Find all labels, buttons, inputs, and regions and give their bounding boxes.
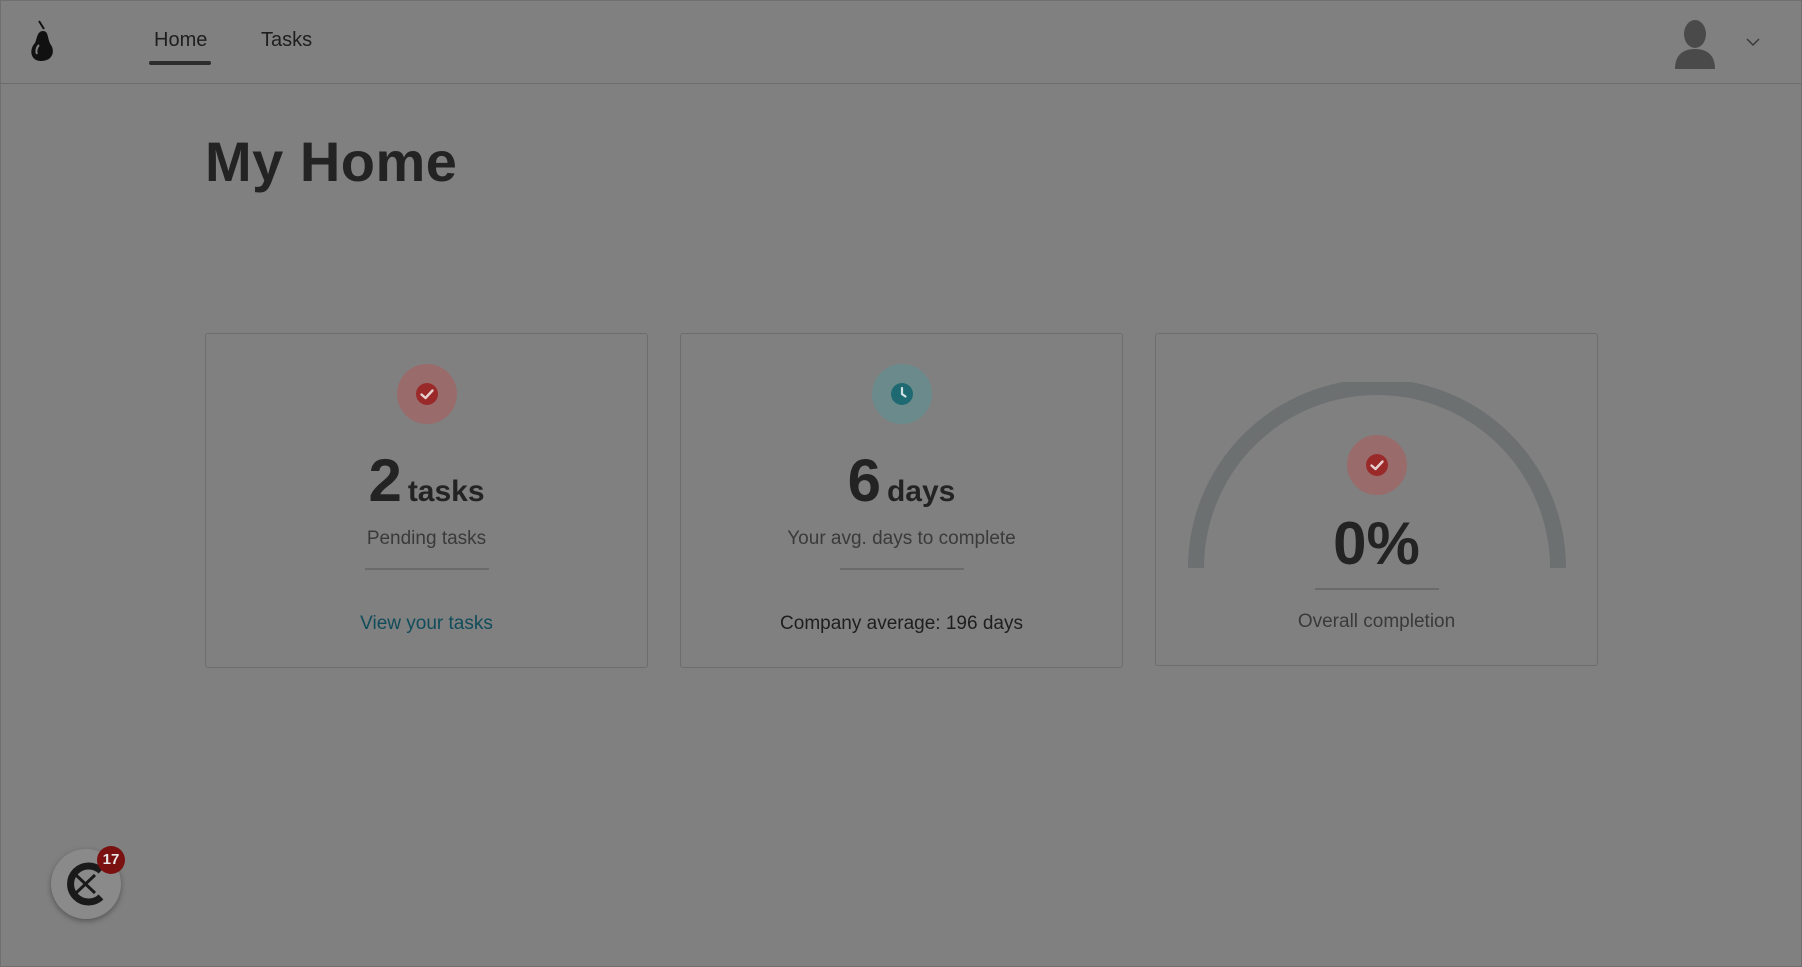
- avg-days-value: 6: [847, 447, 881, 514]
- card-divider: [839, 568, 964, 570]
- top-navigation-bar: Home Tasks: [1, 1, 1801, 84]
- page-title: My Home: [205, 130, 458, 193]
- view-your-tasks-link[interactable]: View your tasks: [206, 613, 647, 635]
- notification-count-badge: 17: [97, 846, 125, 874]
- pending-tasks-label: Pending tasks: [366, 528, 487, 549]
- avg-days-unit: days: [886, 475, 956, 508]
- completion-percentage: 0%: [1333, 510, 1420, 577]
- page: Home Tasks My Home 2 tasks Pending tasks …: [0, 0, 1802, 967]
- chevron-down-icon[interactable]: [1745, 35, 1761, 49]
- avg-days-card: 6 days Your avg. days to complete Company…: [680, 333, 1123, 668]
- pending-tasks-card: 2 tasks Pending tasks View your tasks: [205, 333, 648, 668]
- card-divider: [364, 568, 489, 570]
- pending-tasks-metric: 2 tasks: [206, 446, 647, 515]
- overall-completion-card: 0% Overall completion: [1155, 333, 1598, 666]
- check-circle-icon: [415, 383, 438, 405]
- overall-completion-label: Overall completion: [1297, 611, 1456, 632]
- active-tab-indicator: [149, 61, 211, 65]
- company-average-text: Company average: 196 days: [780, 613, 1023, 634]
- avg-days-label: Your avg. days to complete: [787, 528, 1016, 549]
- pear-logo-icon[interactable]: [25, 19, 59, 63]
- pending-tasks-unit: tasks: [407, 475, 485, 508]
- user-avatar-icon[interactable]: [1673, 17, 1717, 69]
- completion-icon-badge: [1346, 435, 1407, 495]
- check-circle-icon: [1365, 454, 1388, 476]
- card-divider: [1314, 588, 1439, 590]
- avg-days-icon-badge: [871, 364, 932, 424]
- pending-tasks-count: 2: [368, 447, 402, 514]
- tab-home[interactable]: Home: [154, 29, 207, 52]
- pending-tasks-icon-badge: [396, 364, 457, 424]
- clock-icon: [890, 383, 913, 405]
- tab-tasks[interactable]: Tasks: [261, 29, 312, 52]
- avg-days-metric: 6 days: [681, 446, 1122, 515]
